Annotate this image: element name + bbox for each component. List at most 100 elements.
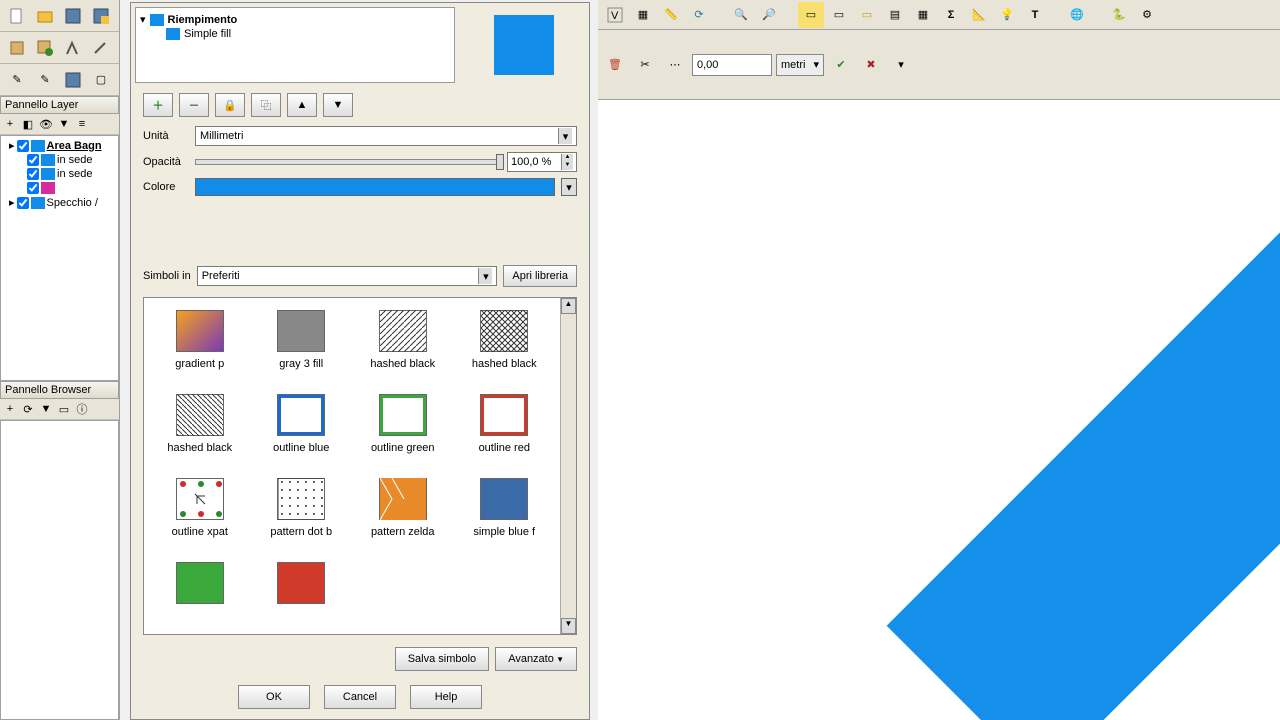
new-file-icon[interactable] <box>4 3 30 29</box>
symbol-item[interactable]: gray 3 fill <box>258 310 346 370</box>
pencil2-icon[interactable]: ✎ <box>32 67 58 93</box>
table-icon[interactable]: ▦ <box>910 2 936 28</box>
symbol-item[interactable] <box>258 562 346 604</box>
info-conn-icon[interactable]: ⓘ <box>74 401 90 417</box>
globe-icon[interactable]: 🌐 <box>1064 2 1090 28</box>
deselect-icon[interactable]: ▭ <box>826 2 852 28</box>
drop-icon[interactable]: ▾ <box>888 52 914 78</box>
save-icon[interactable] <box>60 3 86 29</box>
tree-row-simple-fill[interactable]: Simple fill <box>140 27 450 41</box>
edit-icon[interactable] <box>88 35 114 61</box>
opacity-input[interactable]: 100,0 % ▲▼ <box>507 152 577 172</box>
add-layer-icon[interactable]: + <box>2 116 18 132</box>
select-icon[interactable]: ▭ <box>798 2 824 28</box>
color-dropdown-button[interactable]: ▾ <box>561 178 577 196</box>
layer-row[interactable]: ▸Area Bagn <box>3 138 116 153</box>
trash-icon[interactable]: 🗑 <box>602 52 628 78</box>
refresh-icon[interactable]: ⟳ <box>686 2 712 28</box>
symbol-item[interactable]: simple blue f <box>461 478 549 538</box>
save-as-icon[interactable] <box>88 3 114 29</box>
measure-icon[interactable]: 📐 <box>966 2 992 28</box>
symbol-item[interactable]: outline blue <box>258 394 346 454</box>
layer-visibility-checkbox[interactable] <box>27 182 39 194</box>
add-conn-icon[interactable]: + <box>2 401 18 417</box>
collapse-icon[interactable]: ▾ <box>140 13 146 26</box>
color-picker[interactable] <box>195 178 555 196</box>
tool-b-icon[interactable]: ⋯ <box>662 52 688 78</box>
refresh-conn-icon[interactable]: ⟳ <box>20 401 36 417</box>
layer-visibility-checkbox[interactable] <box>27 168 39 180</box>
scroll-up-button[interactable]: ▲ <box>561 298 576 314</box>
python-icon[interactable]: 🐍 <box>1106 2 1132 28</box>
select-yellow-icon[interactable]: ▭ <box>854 2 880 28</box>
symbol-item[interactable]: outline red <box>461 394 549 454</box>
unit-combo[interactable]: Millimetri ▾ <box>195 126 577 146</box>
help-button[interactable]: Help <box>410 685 482 709</box>
symbol-item[interactable]: outline xpat <box>156 478 244 538</box>
layer-visibility-checkbox[interactable] <box>27 154 39 166</box>
node-tool-icon[interactable] <box>60 35 86 61</box>
tool-a-icon[interactable]: ✂ <box>632 52 658 78</box>
move-down-button[interactable]: ▼ <box>323 93 353 117</box>
coord-input[interactable]: 0,00 <box>692 54 772 76</box>
text-icon[interactable]: T <box>1022 2 1048 28</box>
collapse-conn-icon[interactable]: ▭ <box>56 401 72 417</box>
layer-visibility-checkbox[interactable] <box>17 197 29 209</box>
symbol-item[interactable]: gradient p <box>156 310 244 370</box>
layer-row[interactable]: in sede <box>3 153 116 167</box>
layer-row[interactable]: ▸Specchio / <box>3 195 116 210</box>
tips-icon[interactable]: 💡 <box>994 2 1020 28</box>
expand-icon[interactable]: ▸ <box>9 139 15 152</box>
layer-visibility-checkbox[interactable] <box>17 140 29 152</box>
symbol-item[interactable]: pattern dot b <box>258 478 346 538</box>
pencil-icon[interactable]: ✎ <box>4 67 30 93</box>
form-icon[interactable]: ▤ <box>882 2 908 28</box>
sigma-icon[interactable]: Σ <box>938 2 964 28</box>
ok-button[interactable]: OK <box>238 685 310 709</box>
add-vector-icon[interactable]: V <box>602 2 628 28</box>
opacity-slider[interactable] <box>195 159 501 165</box>
open-library-button[interactable]: Apri libreria <box>503 265 577 287</box>
zoom-out-icon[interactable]: 🔎 <box>756 2 782 28</box>
eye-icon[interactable]: 👁 <box>38 116 54 132</box>
symbol-item[interactable]: hashed black <box>156 394 244 454</box>
add-symbol-layer-button[interactable]: ＋ <box>143 93 173 117</box>
cancel-button[interactable]: Cancel <box>324 685 396 709</box>
symbol-item[interactable]: pattern zelda <box>359 478 447 538</box>
symbols-scrollbar[interactable]: ▲ ▼ <box>560 298 576 634</box>
map-canvas[interactable] <box>598 100 1280 720</box>
filter-layer-icon[interactable]: ▼ <box>56 116 72 132</box>
box-icon[interactable] <box>4 35 30 61</box>
lock-symbol-layer-button[interactable]: 🔒 <box>215 93 245 117</box>
move-up-button[interactable]: ▲ <box>287 93 317 117</box>
symbol-item[interactable] <box>156 562 244 604</box>
style-icon[interactable]: ≡ <box>74 116 90 132</box>
scroll-down-button[interactable]: ▼ <box>561 618 576 634</box>
add-raster-icon[interactable]: ▦ <box>630 2 656 28</box>
advanced-button[interactable]: Avanzato <box>495 647 577 671</box>
symbol-item[interactable]: hashed black <box>359 310 447 370</box>
zoom-in-icon[interactable]: 🔍 <box>728 2 754 28</box>
gear-icon[interactable]: ⚙ <box>1134 2 1160 28</box>
layer-row[interactable]: in sede <box>3 167 116 181</box>
symbols-grid[interactable]: gradient pgray 3 fillhashed blackhashed … <box>144 298 560 634</box>
symbol-item[interactable]: hashed black <box>461 310 549 370</box>
layer-row[interactable] <box>3 181 116 195</box>
open-folder-icon[interactable] <box>32 3 58 29</box>
box-add-icon[interactable] <box>32 35 58 61</box>
filter-conn-icon[interactable]: ▼ <box>38 401 54 417</box>
save-symbol-button[interactable]: Salva simbolo <box>395 647 489 671</box>
symbols-group-combo[interactable]: Preferiti ▾ <box>197 266 498 286</box>
manage-layer-icon[interactable]: ◧ <box>20 116 36 132</box>
tree-row-fill[interactable]: ▾ Riempimento <box>140 12 450 27</box>
unit-select[interactable]: metri▾ <box>776 54 824 76</box>
ruler-icon[interactable]: 📏 <box>658 2 684 28</box>
tool4-icon[interactable]: ▢ <box>88 67 114 93</box>
symbol-item[interactable]: outline green <box>359 394 447 454</box>
cancel-x-icon[interactable]: ✖ <box>858 52 884 78</box>
duplicate-symbol-layer-button[interactable]: ⿻ <box>251 93 281 117</box>
save2-icon[interactable] <box>60 67 86 93</box>
remove-symbol-layer-button[interactable]: － <box>179 93 209 117</box>
symbol-layers-tree[interactable]: ▾ Riempimento Simple fill <box>135 7 455 83</box>
expand-icon[interactable]: ▸ <box>9 196 15 209</box>
